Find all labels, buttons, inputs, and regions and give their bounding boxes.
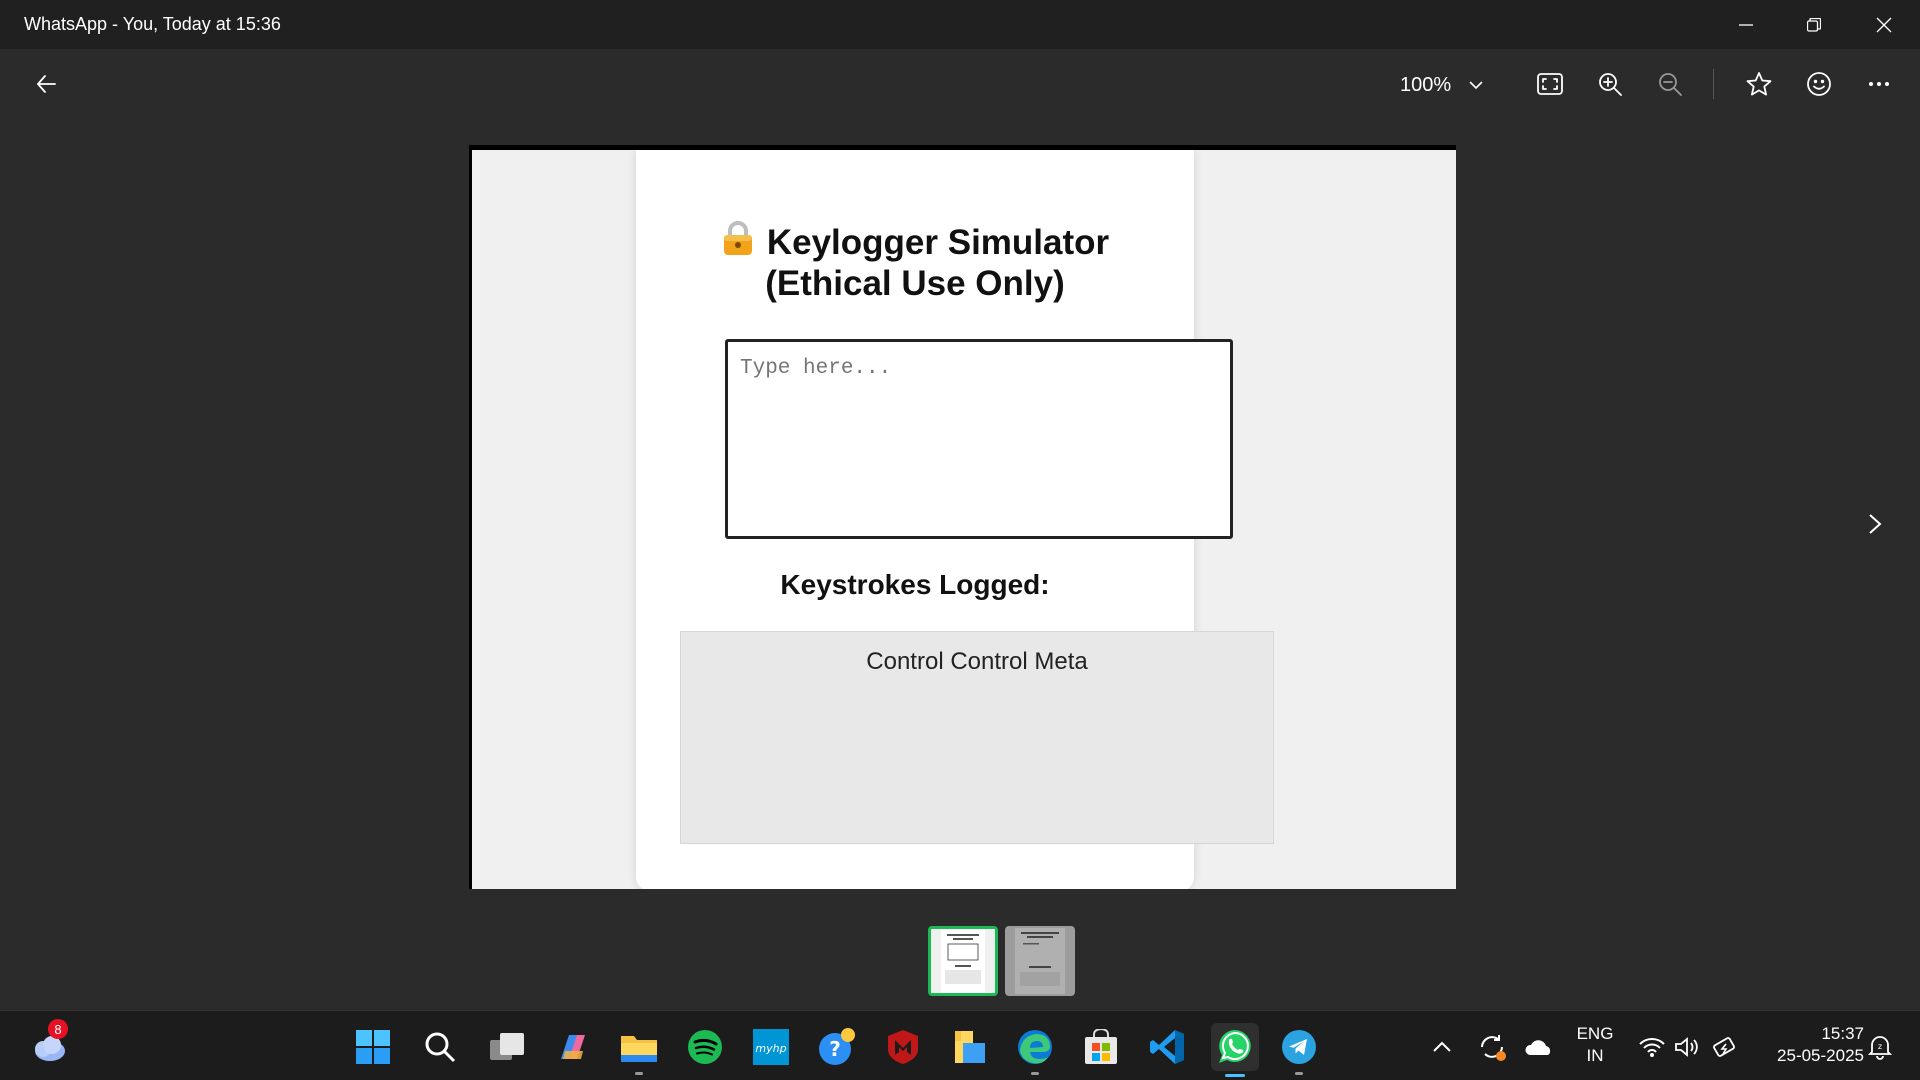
svg-text:z: z	[1878, 1042, 1882, 1051]
page-title: Keylogger Simulator (Ethical Use Only)	[656, 220, 1174, 304]
copilot-button[interactable]	[551, 1025, 595, 1069]
next-image-button[interactable]	[1853, 502, 1897, 546]
search-icon	[425, 1032, 456, 1063]
whatsapp-icon	[1219, 1030, 1251, 1063]
wifi-icon	[1639, 1038, 1665, 1057]
emoji-icon	[1807, 72, 1831, 96]
running-indicator	[635, 1072, 643, 1075]
zoom-level: 100%	[1400, 73, 1452, 96]
language-code: ENG	[1576, 1024, 1614, 1043]
minimize-button[interactable]	[1712, 0, 1780, 49]
onedrive-button[interactable]	[1517, 1025, 1561, 1069]
svg-text:?: ?	[829, 1037, 841, 1061]
volume-icon	[1675, 1037, 1698, 1057]
zoom-out-icon	[1659, 73, 1682, 96]
thumbnail-1[interactable]	[928, 926, 998, 996]
task-view-icon	[490, 1033, 524, 1060]
chevron-up-icon	[1433, 1041, 1451, 1052]
image-viewer: Keylogger Simulator (Ethical Use Only) K…	[469, 145, 1456, 889]
title-bar: WhatsApp - You, Today at 15:36	[0, 0, 1920, 49]
arrow-left-icon	[37, 75, 56, 93]
start-button[interactable]	[351, 1025, 395, 1069]
spotify-button[interactable]	[683, 1025, 727, 1069]
thumbnail-preview	[1015, 928, 1065, 994]
restore-icon	[1807, 17, 1821, 32]
telegram-button[interactable]	[1277, 1025, 1321, 1075]
fit-to-window-button[interactable]	[1528, 62, 1572, 106]
chevron-right-icon	[1869, 514, 1882, 534]
running-indicator	[1295, 1072, 1303, 1075]
star-icon	[1746, 72, 1772, 96]
heading-text: Keylogger Simulator (Ethical Use Only)	[765, 223, 1110, 303]
windows-start-icon	[356, 1030, 390, 1064]
zoom-in-button[interactable]	[1588, 62, 1632, 106]
get-help-button[interactable]: ?	[815, 1025, 859, 1069]
file-explorer-button[interactable]	[617, 1025, 661, 1075]
edge-button[interactable]	[1013, 1025, 1057, 1075]
copilot-icon	[561, 1035, 585, 1059]
task-view-button[interactable]	[485, 1025, 529, 1069]
telegram-icon	[1282, 1030, 1316, 1064]
mcafee-button[interactable]	[881, 1025, 925, 1069]
sync-icon	[1481, 1035, 1506, 1061]
files-icon	[955, 1031, 985, 1063]
taskbar: myhp ? ENG IN 15:37 25-05-2025 z	[0, 1010, 1920, 1080]
notification-bell-icon: z	[1868, 1036, 1892, 1060]
svg-text:myhp: myhp	[755, 1042, 786, 1055]
weather-notification-badge: 8	[48, 1019, 68, 1039]
clock-time: 15:37	[1821, 1024, 1864, 1043]
whatsapp-button[interactable]	[1211, 1023, 1259, 1077]
battery-charging-icon	[1713, 1037, 1735, 1057]
store-button[interactable]	[1079, 1025, 1123, 1069]
store-icon	[1085, 1029, 1117, 1064]
keystroke-log: Control Control Meta	[680, 631, 1274, 844]
running-indicator	[1225, 1074, 1245, 1077]
vscode-icon	[1150, 1030, 1184, 1064]
more-options-button[interactable]	[1857, 62, 1901, 106]
onedrive-cloud-icon	[1525, 1040, 1551, 1055]
chevron-down-icon	[1469, 81, 1483, 90]
back-button[interactable]	[24, 62, 68, 106]
viewer-toolbar: 100%	[0, 49, 1920, 119]
zoom-dropdown[interactable]: 100%	[1400, 69, 1483, 101]
clock-date: 25-05-2025	[1777, 1046, 1864, 1065]
restore-button[interactable]	[1780, 0, 1848, 49]
show-hidden-icons-button[interactable]	[1420, 1025, 1464, 1069]
search-button[interactable]	[418, 1025, 462, 1069]
thumbnail-2[interactable]	[1005, 926, 1075, 996]
more-icon	[1869, 82, 1889, 86]
battery-button[interactable]	[1703, 1025, 1747, 1069]
myhp-icon: myhp	[753, 1029, 789, 1065]
close-icon	[1876, 17, 1892, 32]
files-app-button[interactable]	[947, 1025, 991, 1069]
log-heading: Keystrokes Logged:	[780, 569, 1050, 600]
spotify-icon	[688, 1030, 722, 1064]
star-button[interactable]	[1737, 62, 1781, 106]
lock-icon	[721, 220, 755, 256]
clock-button[interactable]: 15:37 25-05-2025	[1752, 1023, 1864, 1067]
close-button[interactable]	[1850, 0, 1918, 49]
page-card: Keylogger Simulator (Ethical Use Only) K…	[636, 150, 1274, 889]
running-indicator	[1031, 1072, 1039, 1075]
minimize-icon	[1739, 23, 1753, 26]
react-button[interactable]	[1797, 62, 1841, 106]
edge-icon	[1018, 1030, 1052, 1064]
file-explorer-icon	[621, 1036, 657, 1062]
region-code: IN	[1586, 1046, 1604, 1065]
sync-status-button[interactable]	[1470, 1025, 1514, 1069]
zoom-in-icon	[1599, 73, 1622, 96]
mcafee-icon	[888, 1030, 918, 1064]
vscode-button[interactable]	[1145, 1025, 1189, 1069]
input-language-button[interactable]: ENG IN	[1570, 1023, 1620, 1067]
toolbar-divider	[1713, 69, 1714, 99]
help-icon: ?	[819, 1028, 855, 1065]
keystroke-input[interactable]	[725, 339, 1233, 539]
myhp-button[interactable]: myhp	[749, 1025, 793, 1069]
fit-screen-icon	[1537, 73, 1563, 95]
notification-button[interactable]: z	[1858, 1025, 1902, 1069]
window-title: WhatsApp - You, Today at 15:36	[24, 14, 281, 34]
zoom-out-button[interactable]	[1648, 62, 1692, 106]
thumbnail-preview	[931, 929, 995, 993]
